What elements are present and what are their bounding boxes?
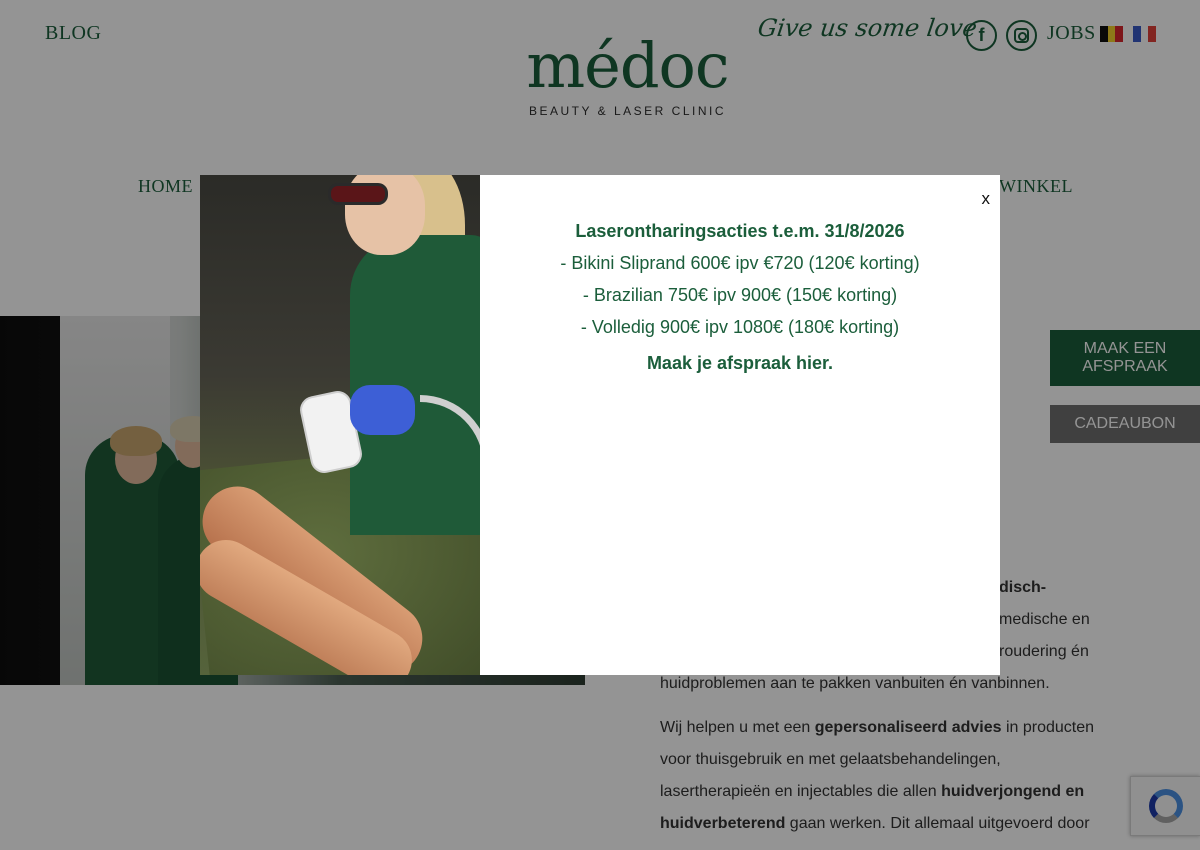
promo-line: - Bikini Sliprand 600€ ipv €720 (120€ ko… (560, 253, 920, 273)
promo-line: - Brazilian 750€ ipv 900€ (150€ korting) (582, 285, 898, 305)
promo-line: - Volledig 900€ ipv 1080€ (180€ korting) (580, 317, 900, 337)
popup-title: Laserontharingsacties t.e.m. 31/8/2026 (575, 221, 905, 241)
laser-treatment-photo (200, 175, 480, 675)
popup-content: Laserontharingsacties t.e.m. 31/8/2026 -… (480, 175, 1000, 675)
book-appointment-link[interactable]: Maak je afspraak hier. (647, 351, 833, 375)
close-button[interactable]: x (982, 189, 991, 209)
promo-popup: Laserontharingsacties t.e.m. 31/8/2026 -… (200, 175, 1000, 675)
